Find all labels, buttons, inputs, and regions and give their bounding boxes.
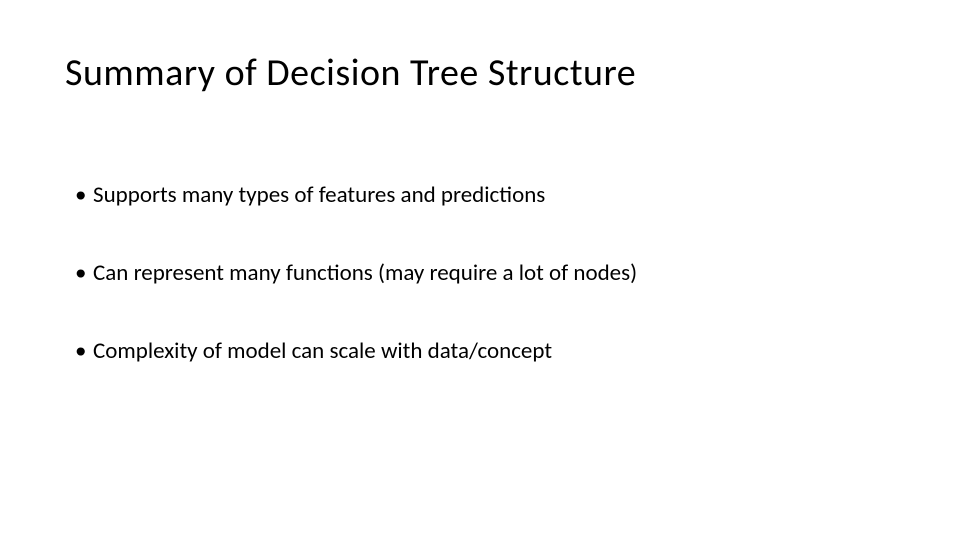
list-item: Can represent many functions (may requir… <box>75 259 895 287</box>
list-item: Complexity of model can scale with data/… <box>75 337 895 365</box>
list-item: Supports many types of features and pred… <box>75 181 895 209</box>
bullet-list: Supports many types of features and pred… <box>65 181 895 365</box>
slide-title: Summary of Decision Tree Structure <box>65 50 895 96</box>
